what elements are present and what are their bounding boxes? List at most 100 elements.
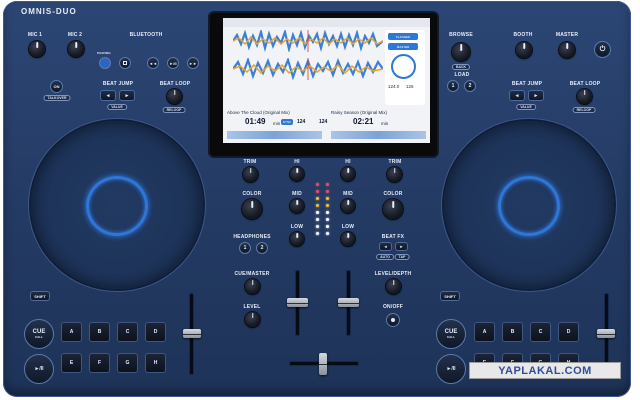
left-beat-jump-back-button[interactable]: ◄ (100, 90, 116, 101)
right-shift-button[interactable]: SHIFT (440, 291, 460, 301)
left-pad-d[interactable]: D (145, 322, 166, 342)
play-pause-icon: ►/II (446, 366, 456, 372)
mic2-knob[interactable] (68, 41, 84, 57)
screen-display: PLANNED MASTER 124.0 126 Above The Cloud… (223, 18, 430, 143)
watermark: YAPLAKAL.COM (469, 362, 621, 379)
ch1-mid-knob[interactable] (290, 199, 304, 213)
vu-led (316, 204, 319, 207)
ch2-trim-label: TRIM (388, 159, 402, 165)
ch1-low-label: LOW (290, 224, 304, 230)
bt-play-button[interactable]: ►/II (167, 57, 179, 69)
fx-level-depth-knob[interactable] (386, 279, 401, 294)
right-pad-b[interactable]: B (502, 322, 523, 342)
browse-knob[interactable] (452, 43, 470, 61)
ch2-hi-knob[interactable] (341, 167, 355, 181)
ch2-low-label: LOW (341, 224, 355, 230)
ch1-color-knob[interactable] (242, 199, 262, 219)
pairing-label: PAIRING (97, 51, 111, 55)
deck1-sync-button[interactable]: SYNC (281, 119, 293, 125)
left-pad-c[interactable]: C (117, 322, 138, 342)
left-cue-button[interactable]: CUE CALL (24, 319, 54, 349)
booth-knob[interactable] (516, 42, 532, 58)
beat-fx-prev-button[interactable]: ◄ (379, 242, 392, 251)
ch1-trim-knob[interactable] (243, 167, 258, 182)
browse-label: BROWSE (449, 32, 473, 38)
auto-label: AUTO (376, 254, 394, 260)
pairing-button[interactable] (99, 57, 111, 69)
screen-tempo-dial[interactable] (391, 54, 416, 79)
deck2-track-title: Rainy Season (Original Mix) (331, 110, 388, 115)
ch2-color-knob[interactable] (383, 199, 403, 219)
right-beat-loop-knob[interactable] (577, 89, 592, 104)
talkover-button-text: ON (53, 84, 60, 89)
beat-fx-label: BEAT FX (381, 234, 405, 240)
ch1-hi-knob[interactable] (290, 167, 304, 181)
arrow-right-icon: ► (399, 244, 404, 249)
left-beat-jump-label: BEAT JUMP (102, 81, 134, 87)
beat-fx-next-button[interactable]: ► (395, 242, 408, 251)
left-pad-f[interactable]: F (89, 353, 110, 373)
cue-master-knob[interactable] (245, 279, 260, 294)
screen-side-value-1: 124.0 (388, 84, 400, 89)
right-pad-a[interactable]: A (474, 322, 495, 342)
ch2-mid-knob[interactable] (341, 199, 355, 213)
bt-next-button[interactable]: ►► (187, 57, 199, 69)
left-pad-e[interactable]: E (61, 353, 82, 373)
ch1-channel-fader[interactable] (287, 298, 308, 307)
headphones-level-knob[interactable] (245, 312, 260, 327)
deck1-overview[interactable] (227, 131, 322, 139)
crossfader[interactable] (319, 353, 327, 375)
left-pad-g[interactable]: G (117, 353, 138, 373)
ch2-channel-fader[interactable] (338, 298, 359, 307)
left-pad-h[interactable]: H (145, 353, 166, 373)
right-pad-d[interactable]: D (558, 322, 579, 342)
talkover-button[interactable]: ON (50, 80, 63, 93)
ch2-trim-knob[interactable] (387, 167, 402, 182)
left-shift-button[interactable]: SHIFT (30, 291, 50, 301)
ch1-low-knob[interactable] (290, 232, 304, 246)
bt-prev-button[interactable]: ◄◄ (147, 57, 159, 69)
right-play-button[interactable]: ►/II (436, 354, 466, 384)
on-off-label: ON/OFF (382, 304, 404, 310)
screen-side-button-1[interactable]: PLANNED (388, 33, 418, 40)
master-knob[interactable] (559, 42, 575, 58)
back-label: BACK (451, 64, 471, 70)
left-beat-loop-knob[interactable] (167, 89, 182, 104)
bt-stop-button[interactable] (119, 57, 131, 69)
right-beat-jump-back-button[interactable]: ◄ (509, 90, 525, 101)
left-pad-a[interactable]: A (61, 322, 82, 342)
headphones-label: HEADPHONES (233, 234, 271, 240)
left-beat-jump-forward-button[interactable]: ► (119, 90, 135, 101)
power-button[interactable]: ⏻ (594, 41, 611, 58)
deck2-bpm: 124 (319, 119, 328, 125)
fx-on-off-button[interactable] (386, 313, 400, 327)
right-beat-jump-forward-button[interactable]: ► (528, 90, 544, 101)
right-value-label: VALUE (516, 104, 536, 110)
ch2-low-knob[interactable] (341, 232, 355, 246)
load-deck1-button[interactable]: 1 (447, 80, 459, 92)
right-cue-button[interactable]: CUE CALL (436, 319, 466, 349)
left-play-button[interactable]: ►/II (24, 354, 54, 384)
screen-side-button-2[interactable]: MASTER (388, 43, 418, 50)
mic2-label: MIC 2 (67, 32, 83, 38)
vu-led (316, 225, 319, 228)
vu-led (316, 232, 319, 235)
deck2-time: 02:21 (353, 117, 374, 126)
deck2-overview[interactable] (331, 131, 426, 139)
level-depth-label: LEVEL/DEPTH (374, 271, 412, 277)
vu-led (316, 218, 319, 221)
tap-label: TAP (394, 254, 410, 260)
right-reloop-label: RELOOP (572, 107, 596, 113)
mic1-knob[interactable] (29, 41, 45, 57)
load-deck2-button[interactable]: 2 (464, 80, 476, 92)
left-pad-b[interactable]: B (89, 322, 110, 342)
left-tempo-fader[interactable] (183, 329, 201, 338)
screen-side-value-2: 126 (406, 84, 414, 89)
right-cue-sub: CALL (447, 335, 455, 339)
play-pause-icon: ►/II (34, 366, 44, 372)
screen-top-bar (223, 18, 430, 27)
right-tempo-fader[interactable] (597, 329, 615, 338)
headphones-cue-2-button[interactable]: 2 (256, 242, 268, 254)
right-pad-c[interactable]: C (530, 322, 551, 342)
headphones-cue-1-button[interactable]: 1 (239, 242, 251, 254)
